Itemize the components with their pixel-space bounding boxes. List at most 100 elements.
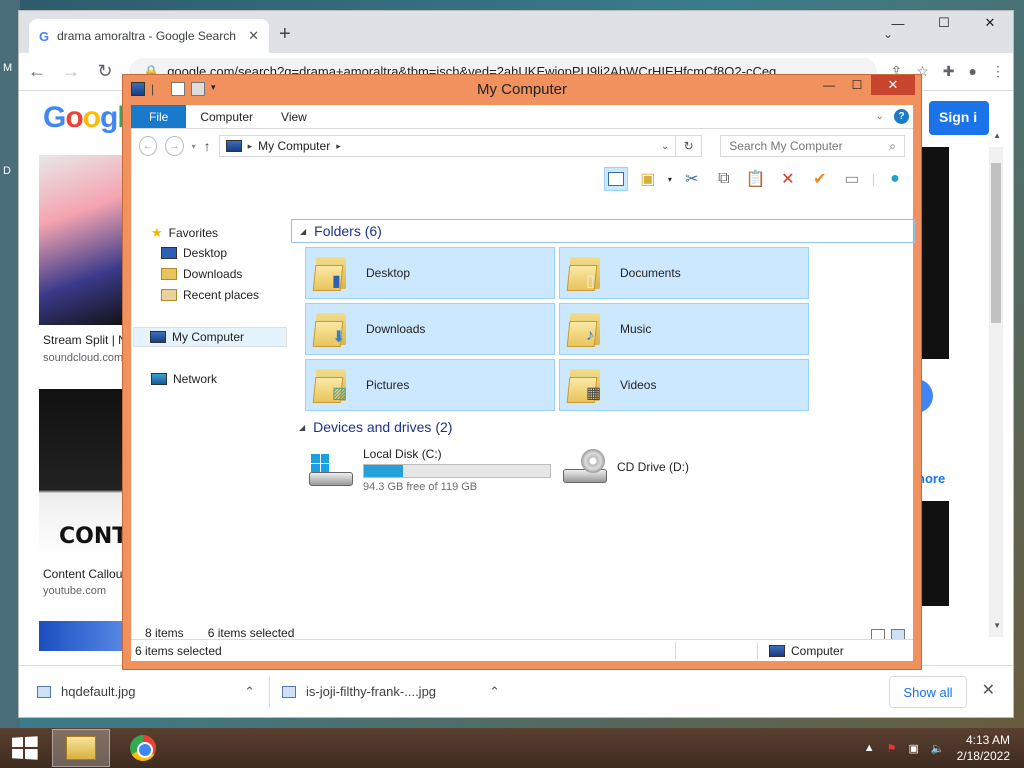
rename-check-icon[interactable]: ✔ xyxy=(808,167,832,191)
new-tab-button[interactable]: + xyxy=(279,23,291,46)
windows-logo-icon xyxy=(12,736,38,760)
folders-group-header[interactable]: ◢ Folders (6) xyxy=(291,219,915,243)
chevron-up-icon[interactable]: ⌃ xyxy=(489,684,500,700)
map-drive-icon[interactable]: ▭ xyxy=(840,167,864,191)
folder-tile-documents[interactable]: ▯ Documents xyxy=(559,247,809,299)
navigation-pane: ★ Favorites Desktop Downloads Recent pla… xyxy=(131,219,289,621)
folder-tile-pictures[interactable]: ▨ Pictures xyxy=(305,359,555,411)
up-arrow-icon[interactable]: ↑ xyxy=(204,138,211,154)
breadcrumb-my-computer[interactable]: My Computer xyxy=(258,139,330,153)
tab-close-icon[interactable]: ✕ xyxy=(248,28,259,44)
videos-folder-icon: ▦ xyxy=(566,365,606,405)
preview-pane-icon[interactable] xyxy=(603,167,628,191)
download-item[interactable]: is-joji-filthy-frank-....jpg ⌃ xyxy=(282,684,514,700)
nav-desktop[interactable]: Desktop xyxy=(161,246,227,260)
paste-icon[interactable]: 📋 xyxy=(744,167,768,191)
result-source: soundcloud.com xyxy=(43,352,124,364)
divider xyxy=(757,642,758,659)
minimize-button[interactable]: — xyxy=(815,75,843,95)
nav-my-computer[interactable]: My Computer xyxy=(133,327,287,347)
search-input[interactable]: Search My Computer ⌕ xyxy=(720,135,905,157)
result-thumbnail[interactable] xyxy=(39,621,129,651)
properties-check-icon[interactable]: ▣ xyxy=(636,167,660,191)
google-favicon-icon: G xyxy=(39,28,50,44)
expand-ribbon-chevron-icon[interactable]: ⌄ xyxy=(876,111,884,122)
collapse-triangle-icon[interactable]: ◢ xyxy=(299,423,305,432)
maximize-button[interactable]: ☐ xyxy=(843,75,871,95)
show-all-button[interactable]: Show all xyxy=(889,676,967,708)
network-status-icon[interactable]: ▣ xyxy=(909,742,919,755)
drive-name: Local Disk (C:) xyxy=(363,447,442,461)
folder-tile-music[interactable]: ♪ Music xyxy=(559,303,809,355)
taskbar-file-explorer[interactable] xyxy=(52,729,110,767)
computer-icon xyxy=(769,644,785,657)
nav-downloads[interactable]: Downloads xyxy=(161,267,242,281)
forward-button[interactable]: → xyxy=(61,61,81,82)
recent-locations-chevron-icon[interactable]: ▾ xyxy=(192,142,196,151)
close-button[interactable]: ✕ xyxy=(871,75,915,95)
folder-tile-downloads[interactable]: ⬇ Downloads xyxy=(305,303,555,355)
collapse-triangle-icon[interactable]: ◢ xyxy=(300,227,306,236)
network-icon xyxy=(151,373,167,385)
breadcrumb-chevron-icon[interactable]: ▸ xyxy=(248,141,253,152)
show-hidden-icons-chevron-icon[interactable]: ▲ xyxy=(864,742,875,754)
nav-network[interactable]: Network xyxy=(151,372,217,386)
drive-local-disk-c[interactable]: Local Disk (C:) 94.3 GB free of 119 GB xyxy=(307,447,551,493)
page-scrollbar[interactable] xyxy=(989,147,1003,637)
back-button[interactable]: ← xyxy=(27,61,47,82)
action-center-flag-icon[interactable]: ⚑ xyxy=(887,742,897,755)
result-caption[interactable]: Content Callou xyxy=(43,567,122,581)
volume-muted-icon[interactable]: 🔈 xyxy=(931,742,945,755)
profile-avatar-icon[interactable]: ● xyxy=(969,63,977,80)
devices-group-header[interactable]: ◢ Devices and drives (2) xyxy=(299,419,452,435)
star-icon: ★ xyxy=(151,225,163,240)
download-item[interactable]: hqdefault.jpg ⌃ xyxy=(37,684,269,700)
result-thumbnail[interactable]: CONT xyxy=(39,389,129,557)
minimize-button[interactable]: — xyxy=(875,11,921,35)
chevron-up-icon[interactable]: ⌃ xyxy=(244,684,255,700)
menu-kebab-icon[interactable]: ⋮ xyxy=(991,63,1005,80)
scroll-down-arrow-icon[interactable]: ▼ xyxy=(993,621,1001,630)
back-arrow-icon[interactable]: ← xyxy=(139,136,158,156)
google-logo[interactable]: Googl xyxy=(43,101,126,135)
delete-icon[interactable]: ✕ xyxy=(776,167,800,191)
tab-view[interactable]: View xyxy=(267,105,321,128)
copy-icon[interactable]: ⧉ xyxy=(712,167,736,191)
help-icon[interactable]: ? xyxy=(894,109,909,124)
cut-icon[interactable]: ✂ xyxy=(680,167,704,191)
drive-free-space: 94.3 GB free of 119 GB xyxy=(363,481,478,493)
breadcrumb-chevron-icon[interactable]: ▸ xyxy=(336,141,341,152)
scroll-up-arrow-icon[interactable]: ▲ xyxy=(993,131,1001,140)
refresh-icon[interactable]: ↻ xyxy=(675,136,701,156)
close-button[interactable]: ✕ xyxy=(967,11,1013,35)
tab-computer[interactable]: Computer xyxy=(186,105,267,128)
scrollbar-thumb[interactable] xyxy=(991,163,1001,323)
folder-tile-desktop[interactable]: ▮ Desktop xyxy=(305,247,555,299)
dropdown-chevron-icon[interactable]: ▾ xyxy=(668,175,672,184)
address-box[interactable]: ▸ My Computer ▸ ⌄ ↻ xyxy=(218,135,703,157)
result-caption[interactable]: Stream Split | N xyxy=(43,333,127,347)
taskbar-chrome[interactable] xyxy=(114,729,172,767)
start-button[interactable] xyxy=(0,728,48,768)
sign-in-button[interactable]: Sign i xyxy=(929,101,989,135)
result-thumbnail[interactable] xyxy=(39,155,129,325)
location-label: Computer xyxy=(791,643,844,658)
close-icon[interactable]: ✕ xyxy=(982,680,995,700)
tab-file[interactable]: File xyxy=(131,105,187,128)
clock[interactable]: 4:13 AM 2/18/2022 xyxy=(957,732,1010,764)
nav-recent-places[interactable]: Recent places xyxy=(161,288,259,302)
maximize-button[interactable]: ☐ xyxy=(921,11,967,35)
documents-folder-icon: ▯ xyxy=(566,253,606,293)
chrome-icon xyxy=(130,735,156,761)
explorer-titlebar[interactable]: | ▾ My Computer — ☐ ✕ xyxy=(123,75,921,105)
browser-tab[interactable]: G drama amoraltra - Google Search ✕ xyxy=(29,19,269,53)
nav-favorites[interactable]: ★ Favorites xyxy=(151,225,218,241)
drive-cd-d[interactable]: CD Drive (D:) xyxy=(561,447,689,487)
address-dropdown-icon[interactable]: ⌄ xyxy=(661,141,669,152)
forward-arrow-icon[interactable]: → xyxy=(165,136,184,156)
extensions-icon[interactable]: ✚ xyxy=(943,63,955,80)
globe-icon[interactable]: ● xyxy=(883,167,907,191)
folder-tile-videos[interactable]: ▦ Videos xyxy=(559,359,809,411)
reload-button[interactable]: ↻ xyxy=(95,61,115,82)
search-icon[interactable]: ⌕ xyxy=(889,139,896,154)
